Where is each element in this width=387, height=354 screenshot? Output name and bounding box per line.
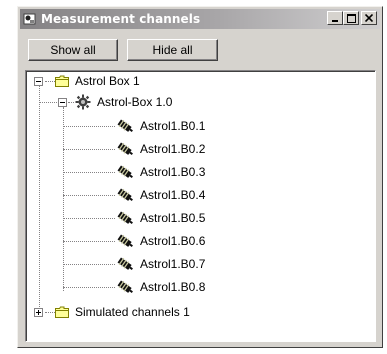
measurement-channels-window: Measurement channels Show all Hide all A… bbox=[17, 6, 383, 348]
sensor-channel-icon bbox=[115, 164, 135, 180]
tree-line bbox=[63, 149, 115, 150]
tree-node-astrol-box-1-0[interactable]: Astrol-Box 1.0 bbox=[58, 92, 172, 112]
channel-item[interactable]: Astrol1.B0.5 bbox=[115, 208, 205, 228]
sensor-channel-icon bbox=[115, 141, 135, 157]
tree-line bbox=[39, 86, 40, 317]
channel-label: Astrol1.B0.5 bbox=[140, 211, 206, 225]
channel-item[interactable]: Astrol1.B0.1 bbox=[115, 116, 205, 136]
collapse-toggle[interactable] bbox=[58, 97, 67, 107]
sensor-channel-icon bbox=[115, 118, 135, 134]
channel-item[interactable]: Astrol1.B0.8 bbox=[115, 277, 205, 297]
tree-node-label: Simulated channels 1 bbox=[75, 305, 190, 319]
tree-line bbox=[63, 172, 115, 173]
tree-node-label: Astrol Box 1 bbox=[75, 74, 140, 88]
channel-item[interactable]: Astrol1.B0.7 bbox=[115, 254, 205, 274]
sensor-channel-icon bbox=[115, 233, 135, 249]
channel-label: Astrol1.B0.1 bbox=[140, 119, 206, 133]
channel-item[interactable]: Astrol1.B0.6 bbox=[115, 231, 205, 251]
folder-icon bbox=[55, 75, 69, 87]
folder-icon bbox=[55, 306, 69, 318]
channel-label: Astrol1.B0.6 bbox=[140, 234, 206, 248]
channel-item[interactable]: Astrol1.B0.2 bbox=[115, 139, 205, 159]
channel-label: Astrol1.B0.8 bbox=[140, 280, 206, 294]
expand-toggle[interactable] bbox=[34, 307, 43, 317]
tree-line bbox=[63, 126, 115, 127]
channel-label: Astrol1.B0.7 bbox=[140, 257, 206, 271]
sensor-channel-icon bbox=[115, 279, 135, 295]
channel-tree[interactable]: Astrol Box 1 Astrol-Box 1.0 Astrol1.B0.1… bbox=[25, 70, 376, 342]
tree-line bbox=[63, 264, 115, 265]
tree-node-label: Astrol-Box 1.0 bbox=[97, 95, 173, 109]
device-gear-icon bbox=[75, 94, 91, 110]
channel-label: Astrol1.B0.4 bbox=[140, 188, 206, 202]
collapse-toggle[interactable] bbox=[34, 76, 43, 86]
window-title: Measurement channels bbox=[41, 12, 201, 26]
channel-item[interactable]: Astrol1.B0.3 bbox=[115, 162, 205, 182]
tree-line bbox=[63, 218, 115, 219]
maximize-button[interactable] bbox=[343, 11, 359, 25]
channel-label: Astrol1.B0.2 bbox=[140, 142, 206, 156]
channel-item[interactable]: Astrol1.B0.4 bbox=[115, 185, 205, 205]
tree-node-astrol-box[interactable]: Astrol Box 1 bbox=[34, 71, 140, 91]
app-icon[interactable] bbox=[23, 12, 37, 26]
tree-line bbox=[63, 195, 115, 196]
close-icon bbox=[365, 14, 373, 22]
show-all-button[interactable]: Show all bbox=[28, 39, 118, 61]
tree-node-simulated-channels[interactable]: Simulated channels 1 bbox=[34, 302, 190, 322]
channel-label: Astrol1.B0.3 bbox=[140, 165, 206, 179]
hide-all-button[interactable]: Hide all bbox=[127, 39, 218, 61]
minimize-icon bbox=[332, 20, 338, 22]
sensor-channel-icon bbox=[115, 256, 135, 272]
close-button[interactable] bbox=[361, 11, 377, 25]
tree-line bbox=[63, 241, 115, 242]
title-bar[interactable]: Measurement channels bbox=[20, 9, 380, 29]
tree-line bbox=[63, 287, 115, 288]
maximize-icon bbox=[346, 13, 356, 23]
sensor-channel-icon bbox=[115, 210, 135, 226]
sensor-channel-icon bbox=[115, 187, 135, 203]
minimize-button[interactable] bbox=[327, 11, 343, 25]
